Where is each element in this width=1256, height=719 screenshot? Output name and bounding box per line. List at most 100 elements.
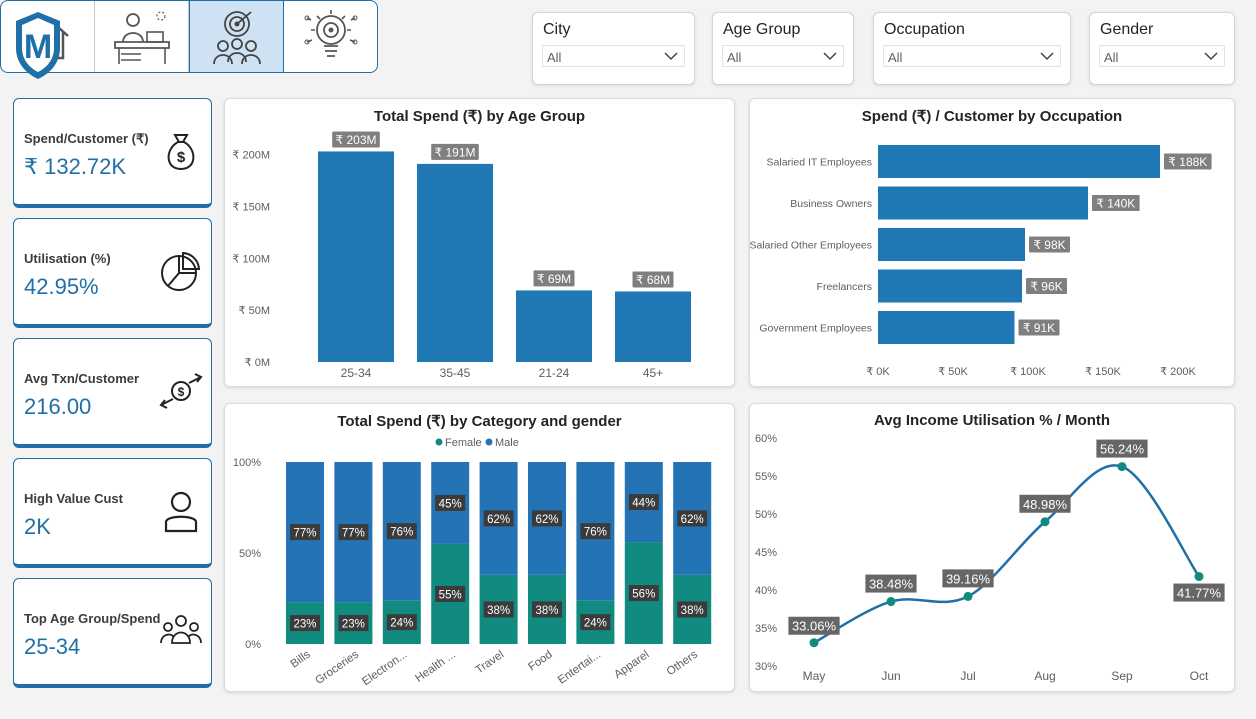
data-label: ₹ 69M <box>537 272 571 286</box>
y-tick-label: 55% <box>755 471 777 483</box>
bar-25-34 <box>318 151 394 362</box>
occupation-bar-chart: Salaried IT Employees ₹ 188K Business Owne… <box>749 145 1212 378</box>
legend-label: Female <box>445 437 482 449</box>
data-point <box>1194 572 1204 582</box>
data-label: ₹ 91K <box>1023 321 1055 335</box>
x-tick-label: ₹ 150K <box>1085 366 1121 378</box>
svg-text:$: $ <box>177 149 186 166</box>
data-label-female: 38% <box>487 605 510 617</box>
pie-chart-icon <box>161 251 201 291</box>
kpi-label: Utilisation (%) <box>24 251 111 266</box>
target-audience-icon <box>212 10 261 64</box>
data-label-male: 76% <box>584 527 607 539</box>
x-tick-label: Jun <box>881 669 900 683</box>
user-icon <box>164 491 198 533</box>
bar-21-24 <box>516 290 592 362</box>
data-label: 56.24% <box>1100 442 1145 457</box>
kpi-label: Spend/Customer (₹) <box>24 131 149 146</box>
nav-overview-button[interactable] <box>95 1 189 72</box>
x-tick-label: Others <box>665 648 700 678</box>
kpi-label: High Value Cust <box>24 491 123 506</box>
kpi-card-top-age-group: Top Age Group/Spend 25-34 <box>13 578 212 688</box>
kpi-value: 216.00 <box>24 394 92 419</box>
city-slicer-title: City <box>543 21 571 38</box>
legend-marker <box>435 438 443 446</box>
x-tick-label: 21-24 <box>539 366 570 380</box>
kpi-value: ₹ 132.72K <box>24 154 127 179</box>
data-label-female: 23% <box>293 619 316 631</box>
x-tick-label: Sep <box>1111 669 1133 683</box>
gender-dropdown[interactable]: All <box>1099 45 1225 67</box>
legend-label: Male <box>495 437 519 449</box>
kpi-card-spend-per-customer: Spend/Customer (₹) ₹ 132.72K $ <box>13 98 212 208</box>
x-tick-label: Health ... <box>413 649 458 685</box>
data-label-female: 23% <box>342 619 365 631</box>
money-bag-icon: $ <box>167 134 195 171</box>
city-slicer: City All <box>532 12 695 85</box>
x-tick-label: Groceries <box>313 648 361 687</box>
x-tick-label: Electron... <box>360 649 409 689</box>
data-label-female: 38% <box>681 605 704 617</box>
lightbulb-gear-icon <box>304 9 357 57</box>
bar-Salaried IT Employees <box>878 145 1160 178</box>
y-tick-label: Freelancers <box>817 281 872 293</box>
occupation-dropdown-value: All <box>888 50 903 65</box>
data-label: ₹ 191M <box>435 145 476 159</box>
y-tick-label: 35% <box>755 623 777 635</box>
gender-dropdown-value: All <box>1104 50 1119 65</box>
y-tick-label: 0% <box>245 639 261 651</box>
legend-marker <box>485 438 493 446</box>
x-tick-label: Apparel <box>612 649 651 682</box>
occupation-dropdown[interactable]: All <box>883 45 1061 67</box>
x-tick-label: May <box>803 669 826 683</box>
data-label-male: 76% <box>390 527 413 539</box>
x-tick-label: 25-34 <box>341 366 372 380</box>
kpi-card-avg-txn: Avg Txn/Customer 216.00 $ <box>13 338 212 448</box>
y-tick-label: Business Owners <box>790 198 872 210</box>
kpi-label: Top Age Group/Spend <box>24 611 161 626</box>
y-tick-label: ₹ 150M <box>232 201 270 213</box>
gender-slicer: Gender All <box>1089 12 1235 85</box>
age-group-slicer: Age Group All <box>712 12 854 85</box>
occupation-slicer-title: Occupation <box>884 21 965 38</box>
y-tick-label: Salaried IT Employees <box>767 157 872 169</box>
brand-logo: M <box>12 8 64 80</box>
kpi-card-high-value-customers: High Value Cust 2K <box>13 458 212 568</box>
kpi-label: Avg Txn/Customer <box>24 371 140 386</box>
chart-title: Spend (₹) / Customer by Occupation <box>861 108 1123 125</box>
bar-Freelancers <box>878 269 1022 303</box>
age-group-dropdown[interactable]: All <box>722 45 844 67</box>
chart-title: Total Spend (₹) by Category and gender <box>337 413 622 430</box>
age-group-bar-chart: ₹ 0M ₹ 50M ₹ 100M ₹ 150M ₹ 200M ₹ 203M 25-34 ₹ … <box>232 131 691 380</box>
category-gender-stacked-chart: Female Male 0% 50% 100% 23% 77% Bills 23% 77% Groc… <box>233 437 712 689</box>
chart-title: Total Spend (₹) by Age Group <box>373 108 586 125</box>
nav-insights-button[interactable] <box>284 1 377 72</box>
city-dropdown[interactable]: All <box>542 45 685 67</box>
kpi-value: 25-34 <box>24 634 81 659</box>
y-tick-label: 60% <box>755 433 777 445</box>
kpi-value: 2K <box>24 514 51 539</box>
data-point <box>1117 462 1127 472</box>
x-tick-label: ₹ 50K <box>938 366 968 378</box>
chart-spend-by-occupation: Spend (₹) / Customer by Occupation Salar… <box>749 98 1235 387</box>
y-tick-label: 50% <box>755 509 777 521</box>
bar-Government Employees <box>878 311 1015 344</box>
utilisation-line-chart: 30% 35% 40% 45% 50% 55% 60% 33.06% May 38.48% Jun 3… <box>755 433 1225 683</box>
y-tick-label: 45% <box>755 547 777 559</box>
nav-customer-button[interactable] <box>189 1 284 72</box>
bar-Business Owners <box>878 186 1088 220</box>
desk-worker-icon <box>113 10 170 64</box>
age-group-dropdown-value: All <box>727 50 742 65</box>
y-tick-label: ₹ 200M <box>232 150 270 162</box>
x-tick-label: 45+ <box>643 366 663 380</box>
x-tick-label: Travel <box>474 649 507 677</box>
data-label: ₹ 188K <box>1168 155 1207 169</box>
bar-35-45 <box>417 163 493 362</box>
chart-spend-by-category-gender: Total Spend (₹) by Category and gender F… <box>224 403 735 692</box>
data-label: ₹ 140K <box>1096 197 1135 211</box>
data-point <box>809 638 819 648</box>
data-label-male: 77% <box>342 528 365 540</box>
y-tick-label: 30% <box>755 661 777 673</box>
chart-income-utilisation: Avg Income Utilisation % / Month 30% 35% 4… <box>749 403 1235 692</box>
x-tick-label: ₹ 100K <box>1010 366 1046 378</box>
